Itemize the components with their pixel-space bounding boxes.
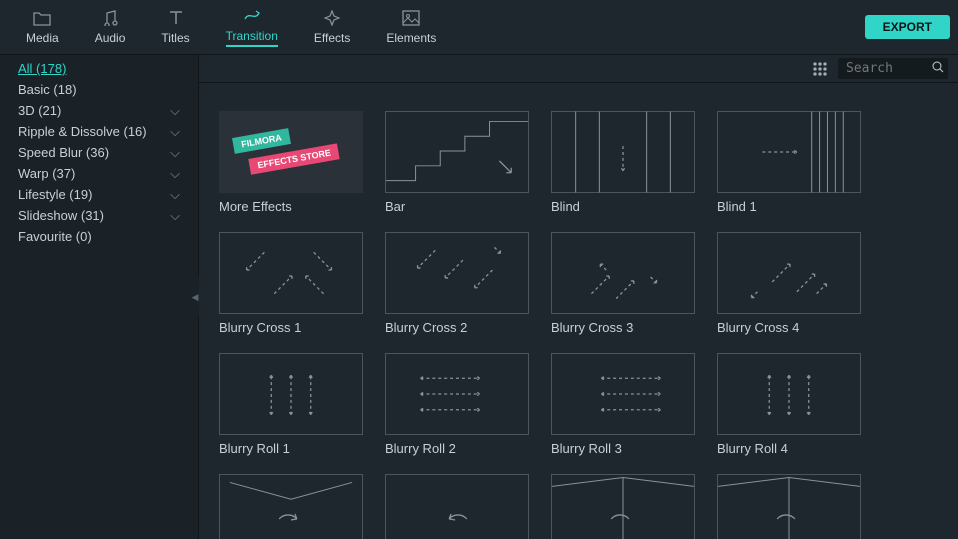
sidebar-item-slideshow[interactable]: Slideshow (31) ⌵	[0, 205, 198, 226]
card-label: Blurry Cross 1	[219, 320, 363, 335]
thumb	[385, 232, 529, 314]
thumb-bar	[385, 111, 529, 193]
chevron-down-icon: ⌵	[170, 207, 180, 224]
text-icon	[167, 9, 185, 27]
toolbar-label: Elements	[386, 31, 436, 45]
thumb-blind	[551, 111, 695, 193]
toolbar-label: Media	[26, 31, 59, 45]
folder-icon	[33, 9, 51, 27]
toolbar-transition[interactable]: Transition	[208, 1, 296, 53]
toolbar-audio[interactable]: Audio	[77, 3, 144, 51]
content-header	[199, 55, 958, 83]
sidebar-collapse-handle[interactable]: ◀	[191, 277, 199, 317]
card-label: Blind	[551, 199, 695, 214]
chevron-down-icon: ⌵	[170, 102, 180, 119]
toolbar-label: Transition	[226, 29, 278, 47]
sidebar-item-label: 3D (21)	[18, 102, 61, 119]
thumb-blind1	[717, 111, 861, 193]
transition-icon	[243, 7, 261, 25]
card-label: Blurry Roll 3	[551, 441, 695, 456]
search-input[interactable]	[846, 61, 926, 76]
chevron-down-icon: ⌵	[170, 144, 180, 161]
card-partial[interactable]	[717, 474, 861, 539]
card-label: Bar	[385, 199, 529, 214]
chevron-down-icon: ⌵	[170, 186, 180, 203]
card-partial[interactable]	[551, 474, 695, 539]
thumb	[551, 474, 695, 539]
card-label: Blurry Roll 1	[219, 441, 363, 456]
sparkle-icon	[323, 9, 341, 27]
sidebar-item-label: Speed Blur (36)	[18, 144, 109, 161]
image-icon	[402, 9, 420, 27]
card-label: Blurry Cross 3	[551, 320, 695, 335]
sidebar-item-label: Lifestyle (19)	[18, 186, 92, 203]
toolbar-effects[interactable]: Effects	[296, 3, 368, 51]
sidebar-item-ripple[interactable]: Ripple & Dissolve (16) ⌵	[0, 121, 198, 142]
thumb	[551, 353, 695, 435]
card-blind1[interactable]: Blind 1	[717, 111, 861, 214]
sidebar-item-label: Basic (18)	[18, 81, 77, 98]
thumb	[717, 232, 861, 314]
sidebar-item-label: Ripple & Dissolve (16)	[18, 123, 147, 140]
toolbar-label: Audio	[95, 31, 126, 45]
thumb	[717, 474, 861, 539]
card-blurrycross3[interactable]: Blurry Cross 3	[551, 232, 695, 335]
sidebar-item-warp[interactable]: Warp (37) ⌵	[0, 163, 198, 184]
grid-view-icon[interactable]	[812, 61, 828, 77]
card-label: Blind 1	[717, 199, 861, 214]
top-toolbar: Media Audio Titles Transition Effects El…	[0, 0, 958, 55]
thumb	[551, 232, 695, 314]
sidebar-item-label: All (178)	[18, 60, 66, 77]
ribbon-text: FILMORA	[232, 128, 291, 154]
chevron-down-icon: ⌵	[170, 165, 180, 182]
card-label: Blurry Cross 2	[385, 320, 529, 335]
card-blind[interactable]: Blind	[551, 111, 695, 214]
card-label: Blurry Cross 4	[717, 320, 861, 335]
search-box[interactable]	[838, 58, 948, 79]
chevron-down-icon: ⌵	[170, 123, 180, 140]
card-blurryroll2[interactable]: Blurry Roll 2	[385, 353, 529, 456]
sidebar-item-label: Slideshow (31)	[18, 207, 104, 224]
thumb	[385, 474, 529, 539]
card-blurrycross2[interactable]: Blurry Cross 2	[385, 232, 529, 335]
sidebar-item-label: Warp (37)	[18, 165, 75, 182]
thumb	[717, 353, 861, 435]
card-partial[interactable]	[385, 474, 529, 539]
sidebar-item-basic[interactable]: Basic (18)	[0, 79, 198, 100]
toolbar-label: Titles	[161, 31, 189, 45]
card-label: Blurry Roll 4	[717, 441, 861, 456]
thumb	[219, 474, 363, 539]
export-button[interactable]: EXPORT	[865, 15, 950, 39]
toolbar-label: Effects	[314, 31, 350, 45]
card-blurryroll4[interactable]: Blurry Roll 4	[717, 353, 861, 456]
sidebar-item-favourite[interactable]: Favourite (0)	[0, 226, 198, 247]
thumb-more-effects: FILMORA EFFECTS STORE	[219, 111, 363, 193]
card-label: Blurry Roll 2	[385, 441, 529, 456]
toolbar-elements[interactable]: Elements	[368, 3, 454, 51]
thumb	[385, 353, 529, 435]
transition-grid: FILMORA EFFECTS STORE More Effects Bar B…	[199, 83, 958, 539]
music-icon	[101, 9, 119, 27]
card-blurrycross4[interactable]: Blurry Cross 4	[717, 232, 861, 335]
sidebar-item-lifestyle[interactable]: Lifestyle (19) ⌵	[0, 184, 198, 205]
sidebar-item-speedblur[interactable]: Speed Blur (36) ⌵	[0, 142, 198, 163]
sidebar-item-3d[interactable]: 3D (21) ⌵	[0, 100, 198, 121]
card-more-effects[interactable]: FILMORA EFFECTS STORE More Effects	[219, 111, 363, 214]
card-blurrycross1[interactable]: Blurry Cross 1	[219, 232, 363, 335]
card-bar[interactable]: Bar	[385, 111, 529, 214]
sidebar-item-label: Favourite (0)	[18, 228, 92, 245]
sidebar-item-all[interactable]: All (178)	[0, 58, 198, 79]
card-blurryroll1[interactable]: Blurry Roll 1	[219, 353, 363, 456]
category-sidebar: All (178) Basic (18) 3D (21) ⌵ Ripple & D…	[0, 55, 199, 539]
thumb	[219, 353, 363, 435]
toolbar-titles[interactable]: Titles	[143, 3, 207, 51]
thumb	[219, 232, 363, 314]
search-icon[interactable]	[932, 61, 944, 76]
card-label: More Effects	[219, 199, 363, 214]
card-blurryroll3[interactable]: Blurry Roll 3	[551, 353, 695, 456]
toolbar-media[interactable]: Media	[8, 3, 77, 51]
card-partial[interactable]	[219, 474, 363, 539]
